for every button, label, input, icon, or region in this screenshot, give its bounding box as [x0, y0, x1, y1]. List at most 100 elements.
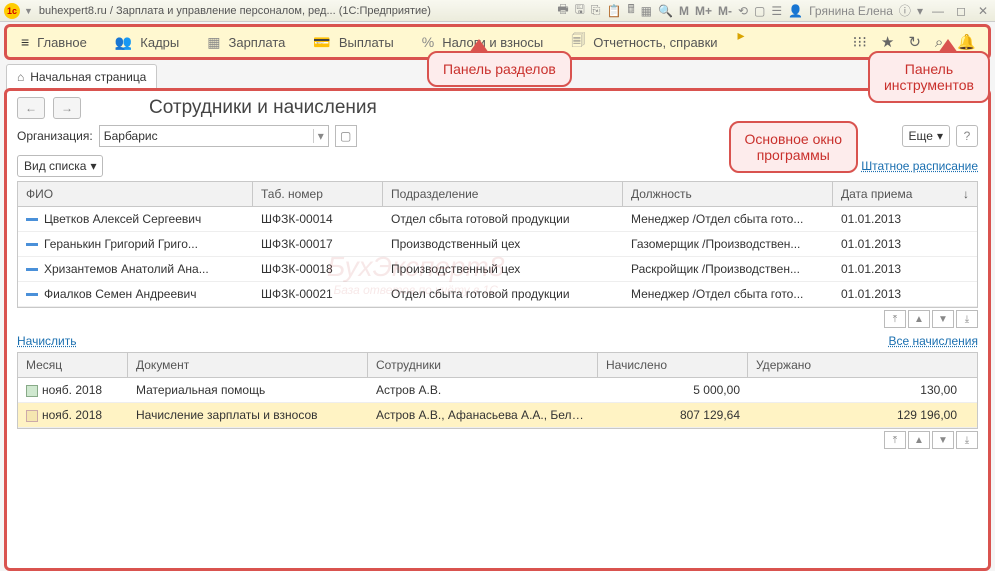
col-ded[interactable]: Удержано — [748, 353, 977, 377]
dropdown-icon[interactable]: ▾ — [917, 4, 923, 18]
help-button[interactable]: ? — [956, 125, 978, 147]
row-marker-icon — [26, 243, 38, 246]
view-list-button[interactable]: Вид списка▾ — [17, 155, 103, 177]
table-row[interactable]: Фиалков Семен АндреевичШФЗК-00021Отдел с… — [18, 282, 977, 307]
close-button[interactable]: ✕ — [975, 4, 991, 18]
maximize-button[interactable]: ◻ — [953, 4, 969, 18]
col-fio[interactable]: ФИО — [18, 182, 253, 206]
sort-down-icon: ↓ — [963, 187, 969, 201]
section-main[interactable]: ≡Главное — [7, 27, 101, 57]
table-row[interactable]: нояб. 2018Начисление зарплаты и взносовА… — [18, 403, 977, 428]
table-row[interactable]: Хризантемов Анатолий Ана...ШФЗК-00018Про… — [18, 257, 977, 282]
cell-acc: 807 129,64 — [598, 403, 748, 427]
section-vyplaty[interactable]: 💳Выплаты — [299, 27, 407, 57]
percent-icon: % — [422, 34, 434, 50]
cell-doc: Материальная помощь — [128, 378, 368, 402]
callout-tools: Панель инструментов — [868, 51, 990, 103]
apps-icon[interactable]: ⁝⁝⁝ — [853, 33, 867, 51]
callout-text: Панель разделов — [443, 61, 556, 77]
col-div[interactable]: Подразделение — [383, 182, 623, 206]
org-select[interactable]: Барбарис ▾ — [99, 125, 329, 147]
scroll-top-button[interactable]: ⤒ — [884, 431, 906, 449]
back-icon[interactable]: ⟲ — [738, 4, 748, 18]
scroll-down-button[interactable]: ▼ — [932, 310, 954, 328]
grid-icon: ▦ — [207, 34, 220, 51]
col-pos[interactable]: Должность — [623, 182, 833, 206]
cell-emp: Астров А.В., Афанасьева А.А., Белобокин … — [368, 403, 598, 427]
cell-doc: Начисление зарплаты и взносов — [128, 403, 368, 427]
table-row[interactable]: нояб. 2018Материальная помощьАстров А.В.… — [18, 378, 977, 403]
notifications-icon[interactable]: 🔔 — [957, 33, 976, 51]
compare-icon[interactable]: ⎘ — [591, 3, 601, 18]
section-zarplata[interactable]: ▦ Зарплата — [193, 27, 299, 57]
accrue-link[interactable]: Начислить — [17, 334, 76, 348]
calendar-icon[interactable]: ▦ — [641, 4, 652, 18]
memory-mminus[interactable]: M- — [718, 4, 732, 18]
col-date[interactable]: Дата приема↓ — [833, 182, 977, 206]
cell-pos: Менеджер /Отдел сбыта гото... — [623, 282, 833, 306]
cell-acc: 5 000,00 — [598, 378, 748, 402]
scroll-nav-top: ⤒ ▲ ▼ ⤓ — [17, 310, 978, 328]
staff-schedule-link[interactable]: Штатное расписание — [861, 159, 978, 173]
memory-m[interactable]: M — [679, 4, 689, 18]
scroll-down-button[interactable]: ▼ — [932, 431, 954, 449]
cell-fio: Цветков Алексей Сергеевич — [18, 207, 253, 231]
home-icon: ⌂ — [17, 70, 24, 84]
section-kadry[interactable]: 👥Кадры — [101, 27, 193, 57]
scroll-top-button[interactable]: ⤒ — [884, 310, 906, 328]
app-logo-icon: 1c — [4, 3, 20, 19]
save-icon[interactable]: 🖫 — [575, 0, 585, 21]
scroll-bottom-button[interactable]: ⤓ — [956, 310, 978, 328]
callout-sections: Панель разделов — [427, 51, 572, 87]
nav-back-button[interactable]: ← — [17, 97, 45, 119]
user-name[interactable]: Грянина Елена — [809, 4, 893, 18]
print-icon[interactable]: 🖶 — [557, 0, 568, 21]
doc-status-icon — [26, 410, 38, 422]
memory-mplus[interactable]: M+ — [695, 4, 712, 18]
accrual-links: Начислить Все начисления — [17, 334, 978, 348]
table-row[interactable]: Цветков Алексей СергеевичШФЗК-00014Отдел… — [18, 207, 977, 232]
calculator-icon[interactable]: 🖩 — [627, 0, 634, 21]
cell-tab: ШФЗК-00021 — [253, 282, 383, 306]
col-acc[interactable]: Начислено — [598, 353, 748, 377]
row-marker-icon — [26, 218, 38, 221]
app-menu-dropdown-icon[interactable]: ▼ — [24, 6, 33, 16]
list-icon[interactable]: ☰ — [771, 4, 782, 18]
chevron-down-icon: ▾ — [313, 129, 324, 143]
sections-more-arrow[interactable]: ▸ — [732, 27, 751, 57]
more-label: Еще — [909, 129, 933, 143]
all-accruals-link[interactable]: Все начисления — [888, 334, 978, 348]
window-titlebar: 1c ▼ buhexpert8.ru / Зарплата и управлен… — [0, 0, 995, 22]
sections-list: ≡Главное 👥Кадры ▦Зарплата 💳Выплаты %Нало… — [7, 27, 841, 57]
search-icon[interactable]: 🔍 — [658, 4, 673, 18]
window-icon[interactable]: ▢ — [754, 4, 765, 18]
employees-table: ФИО Таб. номер Подразделение Должность Д… — [17, 181, 978, 308]
info-icon[interactable]: ⓘ — [899, 2, 911, 19]
col-tab[interactable]: Таб. номер — [253, 182, 383, 206]
col-month[interactable]: Месяц — [18, 353, 128, 377]
scroll-bottom-button[interactable]: ⤓ — [956, 431, 978, 449]
more-button[interactable]: Еще▾ — [902, 125, 950, 147]
org-open-button[interactable]: ▢ — [335, 125, 357, 147]
scroll-up-button[interactable]: ▲ — [908, 310, 930, 328]
history-icon[interactable]: ↻ — [908, 33, 921, 51]
cell-pos: Раскройщик /Производствен... — [623, 257, 833, 281]
tab-home[interactable]: ⌂ Начальная страница — [6, 64, 157, 89]
scroll-up-button[interactable]: ▲ — [908, 431, 930, 449]
col-doc[interactable]: Документ — [128, 353, 368, 377]
section-label: Кадры — [140, 35, 179, 50]
clipboard-icon[interactable]: 📋 — [607, 4, 622, 18]
callout-text: Основное окно программы — [745, 131, 842, 163]
section-otchet[interactable]: 🗐Отчетность, справки — [557, 27, 731, 57]
section-label: Зарплата — [228, 35, 285, 50]
col-emp[interactable]: Сотрудники — [368, 353, 598, 377]
minimize-button[interactable]: — — [929, 4, 947, 18]
cell-div: Производственный цех — [383, 257, 623, 281]
favorite-icon[interactable]: ★ — [881, 33, 894, 51]
table-row[interactable]: Геранькин Григорий Григо...ШФЗК-00017Про… — [18, 232, 977, 257]
nav-forward-button[interactable]: → — [53, 97, 81, 119]
cell-pos: Газомерщик /Производствен... — [623, 232, 833, 256]
report-icon: 🗐 — [571, 30, 585, 54]
cell-div: Отдел сбыта готовой продукции — [383, 207, 623, 231]
doc-status-icon — [26, 385, 38, 397]
